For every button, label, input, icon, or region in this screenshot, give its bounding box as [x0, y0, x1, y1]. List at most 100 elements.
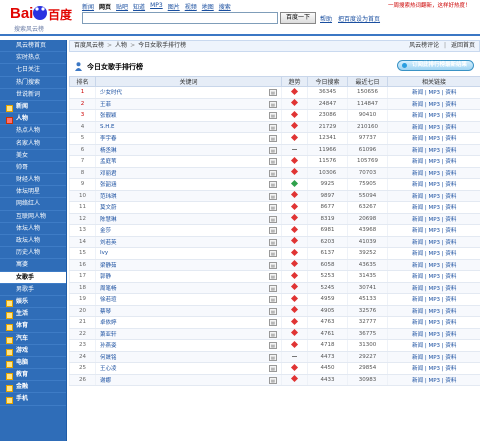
sidebar-item[interactable]: 生活 [0, 308, 66, 321]
news-link[interactable]: 新闻 [412, 217, 423, 223]
sidebar-item[interactable]: 财经人物 [0, 174, 66, 187]
news-link[interactable]: 新闻 [412, 378, 423, 384]
news-link[interactable]: 新闻 [412, 240, 423, 246]
news-link[interactable]: 新闻 [412, 228, 423, 234]
info-link[interactable]: 资料 [445, 228, 456, 234]
sidebar-item[interactable]: 风云榜首页 [0, 40, 66, 53]
mp3-link[interactable]: MP3 [428, 102, 440, 108]
nav-web[interactable]: 网页 [99, 2, 111, 11]
news-link[interactable]: 新闻 [412, 297, 423, 303]
news-link[interactable]: 新闻 [412, 205, 423, 211]
keyword-link[interactable]: 孟庭苇 [100, 159, 117, 165]
mp3-link[interactable]: MP3 [428, 136, 440, 142]
info-link[interactable]: 资料 [445, 286, 456, 292]
sidebar-item[interactable]: 体坛人物 [0, 223, 66, 235]
news-link[interactable]: 新闻 [412, 136, 423, 142]
mp3-link[interactable]: MP3 [428, 125, 440, 131]
news-link[interactable]: 新闻 [412, 194, 423, 200]
sidebar-item[interactable]: 新闻 [0, 101, 66, 114]
mp3-link[interactable]: MP3 [428, 194, 440, 200]
keyword-link[interactable]: 杨丞琳 [100, 148, 117, 154]
sidebar-item[interactable]: 金融 [0, 381, 66, 394]
info-link[interactable]: 资料 [445, 366, 456, 372]
keyword-link[interactable]: 郭静 [100, 274, 111, 280]
sidebar-item[interactable]: 政坛人物 [0, 235, 66, 248]
search-detail-icon[interactable]: ▤ [269, 261, 277, 269]
nav-mp3[interactable]: MP3 [150, 2, 163, 10]
sidebar-item[interactable]: 热点人物 [0, 125, 66, 138]
nav-images[interactable]: 图片 [168, 2, 180, 11]
info-link[interactable]: 资料 [445, 378, 456, 384]
search-detail-icon[interactable]: ▤ [269, 158, 277, 165]
search-detail-icon[interactable]: ▤ [269, 376, 277, 384]
sidebar-item[interactable]: 体坛明星 [0, 186, 66, 199]
keyword-link[interactable]: 蔡琴 [100, 309, 111, 315]
info-link[interactable]: 资料 [445, 182, 456, 188]
info-link[interactable]: 资料 [445, 217, 456, 223]
mp3-link[interactable]: MP3 [428, 159, 440, 165]
nav-video[interactable]: 视频 [185, 2, 197, 11]
mp3-link[interactable]: MP3 [428, 378, 440, 384]
sidebar-item[interactable]: 教育 [0, 369, 66, 382]
news-link[interactable]: 新闻 [412, 251, 423, 257]
breadcrumb-item-people[interactable]: 人物 [115, 42, 127, 49]
search-detail-icon[interactable]: ▤ [269, 169, 277, 177]
keyword-link[interactable]: 萧亚轩 [100, 332, 117, 338]
keyword-link[interactable]: 李宇春 [100, 136, 117, 142]
mp3-link[interactable]: MP3 [428, 297, 440, 303]
info-link[interactable]: 资料 [445, 113, 456, 119]
info-link[interactable]: 资料 [445, 240, 456, 246]
mp3-link[interactable]: MP3 [428, 263, 440, 269]
news-link[interactable]: 新闻 [412, 366, 423, 372]
news-link[interactable]: 新闻 [412, 309, 423, 315]
news-link[interactable]: 新闻 [412, 102, 423, 108]
search-detail-icon[interactable]: ▤ [269, 365, 277, 372]
keyword-link[interactable]: 孙燕姿 [100, 343, 117, 349]
sidebar-item[interactable]: 娱乐 [0, 296, 66, 309]
search-detail-icon[interactable]: ▤ [269, 192, 277, 200]
info-link[interactable]: 资料 [445, 274, 456, 280]
mp3-link[interactable]: MP3 [428, 205, 440, 211]
sidebar-item[interactable]: 体育 [0, 320, 66, 333]
set-homepage-link[interactable]: 把百度设为首页 [338, 14, 380, 23]
keyword-link[interactable]: 陈慧琳 [100, 217, 117, 223]
info-link[interactable]: 资料 [445, 194, 456, 200]
search-detail-icon[interactable]: ▤ [269, 112, 277, 119]
mp3-link[interactable]: MP3 [428, 309, 440, 315]
mp3-link[interactable]: MP3 [428, 355, 440, 361]
keyword-link[interactable]: Ivy [100, 250, 108, 256]
search-detail-icon[interactable]: ▤ [269, 319, 277, 326]
search-detail-icon[interactable]: ▤ [269, 227, 277, 234]
sidebar-item[interactable]: 历史人物 [0, 247, 66, 260]
mp3-link[interactable]: MP3 [428, 274, 440, 280]
info-link[interactable]: 资料 [445, 171, 456, 177]
nav-tieba[interactable]: 贴吧 [116, 2, 128, 11]
info-link[interactable]: 资料 [445, 343, 456, 349]
news-link[interactable]: 新闻 [412, 263, 423, 269]
keyword-link[interactable]: 少女时代 [100, 90, 122, 96]
sidebar-item[interactable]: 人物 [0, 113, 66, 126]
mp3-link[interactable]: MP3 [428, 228, 440, 234]
search-detail-icon[interactable]: ▤ [269, 273, 277, 280]
news-link[interactable]: 新闻 [412, 90, 423, 96]
info-link[interactable]: 资料 [445, 309, 456, 315]
mp3-link[interactable]: MP3 [428, 320, 440, 326]
sidebar-item[interactable]: 实时热点 [0, 52, 66, 65]
keyword-link[interactable]: 谢娜 [100, 378, 111, 384]
help-link[interactable]: 帮助 [320, 14, 332, 23]
news-link[interactable]: 新闻 [412, 125, 423, 131]
info-link[interactable]: 资料 [445, 90, 456, 96]
info-link[interactable]: 资料 [445, 332, 456, 338]
info-link[interactable]: 资料 [445, 205, 456, 211]
sidebar-item[interactable]: 女歌手 [0, 271, 66, 284]
keyword-link[interactable]: S.H.E [100, 124, 115, 130]
breadcrumb-item-home[interactable]: 百度风云榜 [74, 42, 104, 49]
news-link[interactable]: 新闻 [412, 171, 423, 177]
sidebar-item[interactable]: 互联网人物 [0, 211, 66, 223]
sidebar-item[interactable]: 名家人物 [0, 138, 66, 150]
mp3-link[interactable]: MP3 [428, 240, 440, 246]
search-detail-icon[interactable]: ▤ [269, 181, 277, 188]
info-link[interactable]: 资料 [445, 355, 456, 361]
search-detail-icon[interactable]: ▤ [269, 284, 277, 292]
mp3-link[interactable]: MP3 [428, 251, 440, 257]
